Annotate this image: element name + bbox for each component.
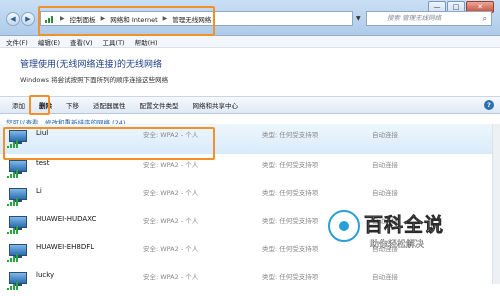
search-icon[interactable]: ⌕ (483, 12, 487, 25)
network-security: 安全: WPA2 - 个人 (143, 189, 199, 197)
network-mode: 自动连接 (372, 131, 398, 139)
network-name: lucky (36, 271, 55, 279)
network-name: Li (36, 187, 42, 195)
wireless-network-icon (7, 243, 29, 262)
network-type: 类型: 任何受支持项 (262, 161, 319, 169)
watermark-title: 百科全说 (364, 214, 445, 237)
network-row[interactable]: Liul 安全: WPA2 - 个人 类型: 任何受支持项 自动连接 (0, 124, 500, 154)
title-bar: — □ ✕ ◀ ▶ ▶ 控制面板 ▶ 网络和 Internet ▶ 管理无线网络… (0, 0, 500, 36)
delete-button[interactable]: 删除 (39, 100, 52, 110)
breadcrumb-separator-icon: ▶ (162, 15, 168, 22)
search-placeholder: 搜索 管理无线网络 (387, 14, 442, 22)
manage-wireless-networks-window: — □ ✕ ◀ ▶ ▶ 控制面板 ▶ 网络和 Internet ▶ 管理无线网络… (0, 0, 500, 290)
network-type: 类型: 任何受支持项 (262, 217, 319, 225)
breadcrumb-control-panel[interactable]: 控制面板 (70, 14, 96, 24)
network-row[interactable]: lucky 安全: WPA2 - 个人 类型: 任何受支持项 自动连接 (0, 266, 500, 296)
network-name: HUAWEI-HUDAXC (36, 215, 97, 223)
network-row[interactable]: test 安全: WPA2 - 个人 类型: 任何受支持项 自动连接 (0, 154, 500, 184)
menu-bar: 文件(F) 编辑(E) 查看(V) 工具(T) 帮助(H) (0, 36, 500, 48)
breadcrumb-network-internet[interactable]: 网络和 Internet (110, 14, 157, 24)
network-sharing-center-button[interactable]: 网络和共享中心 (193, 100, 239, 110)
wireless-network-icon (7, 187, 29, 206)
network-type: 类型: 任何受支持项 (262, 131, 319, 139)
network-signal-icon (45, 15, 55, 23)
network-type: 类型: 任何受支持项 (262, 273, 319, 281)
network-mode: 自动连接 (372, 273, 398, 281)
help-icon[interactable]: ? (484, 100, 494, 110)
wireless-network-icon (7, 271, 29, 290)
breadcrumb-separator-icon: ▶ (60, 15, 65, 22)
network-security: 安全: WPA2 - 个人 (143, 245, 199, 253)
wireless-network-icon (7, 129, 29, 148)
network-security: 安全: WPA2 - 个人 (143, 273, 199, 281)
watermark: 百科全说 助你轻松解决 (320, 204, 500, 264)
network-security: 安全: WPA2 - 个人 (143, 131, 199, 139)
wireless-network-icon (7, 159, 29, 178)
network-security: 安全: WPA2 - 个人 (143, 161, 199, 169)
watermark-subtitle: 助你轻松解决 (370, 240, 425, 250)
menu-view[interactable]: 查看(V) (70, 37, 93, 47)
network-name: HUAWEI-EH8DFL (36, 243, 95, 251)
network-mode: 自动连接 (372, 161, 398, 169)
search-input[interactable]: 搜索 管理无线网络 ⌕ (366, 11, 492, 26)
address-bar[interactable]: ▶ 控制面板 ▶ 网络和 Internet ▶ 管理无线网络 (40, 11, 353, 26)
page-subtitle: Windows 将尝试按照下面所列的顺序连接这些网络 (20, 76, 169, 84)
network-name: Liul (36, 129, 49, 137)
page-title: 管理使用(无线网络连接)的无线网络 (20, 60, 163, 70)
adapter-properties-button[interactable]: 适配器属性 (93, 100, 126, 110)
breadcrumb-separator-icon: ▶ (100, 15, 106, 22)
command-bar: 添加 删除 下移 适配器属性 配置文件类型 网络和共享中心 (0, 96, 500, 114)
network-security: 安全: WPA2 - 个人 (143, 217, 199, 225)
network-mode: 自动连接 (372, 189, 398, 197)
breadcrumb-manage-wireless[interactable]: 管理无线网络 (172, 14, 211, 24)
watermark-logo-icon (328, 210, 360, 242)
back-button[interactable]: ◀ (6, 12, 20, 26)
profile-type-button[interactable]: 配置文件类型 (140, 100, 179, 110)
network-type: 类型: 任何受支持项 (262, 189, 319, 197)
menu-edit[interactable]: 编辑(E) (38, 37, 60, 47)
wireless-network-icon (7, 215, 29, 234)
address-dropdown-icon[interactable]: ▼ (356, 11, 366, 26)
menu-help[interactable]: 帮助(H) (135, 37, 158, 47)
menu-file[interactable]: 文件(F) (6, 37, 28, 47)
add-button[interactable]: 添加 (12, 100, 25, 110)
page-header: 管理使用(无线网络连接)的无线网络 Windows 将尝试按照下面所列的顺序连接… (0, 49, 500, 93)
network-name: test (36, 159, 50, 167)
move-down-button[interactable]: 下移 (66, 100, 79, 110)
forward-button[interactable]: ▶ (21, 12, 35, 26)
network-type: 类型: 任何受支持项 (262, 245, 319, 253)
menu-tools[interactable]: 工具(T) (103, 37, 125, 47)
